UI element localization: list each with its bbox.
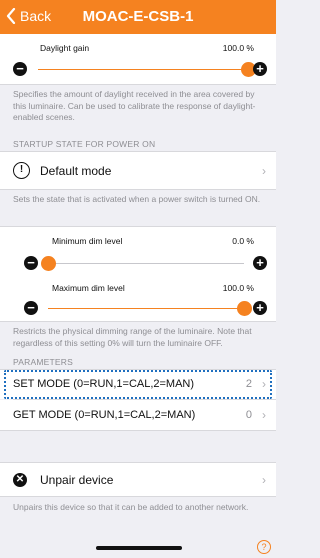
daylight-gain-label: Daylight gain (40, 43, 90, 53)
get-mode-value: 0 (245, 409, 252, 421)
get-mode-label: GET MODE (0=RUN,1=CAL,2=MAN) (13, 409, 196, 421)
minimum-dim-decrease-button[interactable]: − (24, 256, 38, 270)
nav-bar: Back MOAC-E-CSB-1 (0, 0, 276, 34)
close-icon: ✕ (13, 473, 27, 487)
divider (0, 84, 276, 85)
divider (0, 430, 276, 431)
minimum-dim-thumb[interactable] (40, 256, 56, 271)
divider (0, 496, 276, 497)
daylight-gain-value: 100.0 % (222, 43, 254, 53)
chevron-right-icon: › (262, 408, 266, 422)
startup-section-header: STARTUP STATE FOR POWER ON (13, 139, 156, 149)
unpair-device-row[interactable]: ✕ Unpair device › (0, 463, 276, 496)
daylight-increase-button[interactable]: + (253, 62, 267, 76)
minimum-dim-slider[interactable] (40, 256, 244, 271)
daylight-gain-fill (38, 69, 248, 70)
default-mode-description: Sets the state that is activated when a … (13, 194, 261, 204)
default-mode-row[interactable]: ! Default mode › (0, 152, 276, 189)
daylight-gain-slider[interactable] (38, 62, 256, 77)
dim-range-description: Restricts the physical dimming range of … (13, 326, 252, 348)
maximum-dim-increase-button[interactable]: + (253, 301, 267, 315)
dim-levels-card: Minimum dim level 0.0 % − + Maximum dim … (0, 227, 276, 321)
parameters-section-header: PARAMETERS (13, 357, 73, 367)
maximum-dim-decrease-button[interactable]: − (24, 301, 38, 315)
get-mode-row[interactable]: GET MODE (0=RUN,1=CAL,2=MAN) 0 › (0, 400, 276, 430)
maximum-dim-thumb[interactable] (236, 301, 252, 316)
maximum-dim-value: 100.0 % (222, 283, 254, 293)
unpair-description: Unpairs this device so that it can be ad… (13, 502, 249, 512)
maximum-dim-fill (48, 308, 244, 309)
daylight-gain-description: Specifies the amount of daylight receive… (13, 89, 256, 122)
divider (0, 189, 276, 190)
minimum-dim-label: Minimum dim level (52, 236, 123, 246)
divider (0, 321, 276, 322)
maximum-dim-slider[interactable] (48, 301, 252, 316)
help-icon[interactable]: ? (257, 540, 271, 554)
unpair-device-label: Unpair device (40, 473, 114, 487)
selection-highlight (4, 370, 272, 399)
daylight-gain-card: Daylight gain 100.0 % − + (0, 34, 276, 84)
default-mode-label: Default mode (40, 164, 112, 178)
chevron-right-icon: › (262, 473, 266, 487)
chevron-right-icon: › (262, 164, 266, 178)
daylight-decrease-button[interactable]: − (13, 62, 27, 76)
home-indicator (96, 546, 182, 550)
minimum-dim-increase-button[interactable]: + (253, 256, 267, 270)
minimum-dim-value: 0.0 % (232, 236, 254, 246)
page-title: MOAC-E-CSB-1 (82, 8, 194, 25)
info-icon: ! (13, 162, 30, 179)
maximum-dim-label: Maximum dim level (52, 283, 125, 293)
